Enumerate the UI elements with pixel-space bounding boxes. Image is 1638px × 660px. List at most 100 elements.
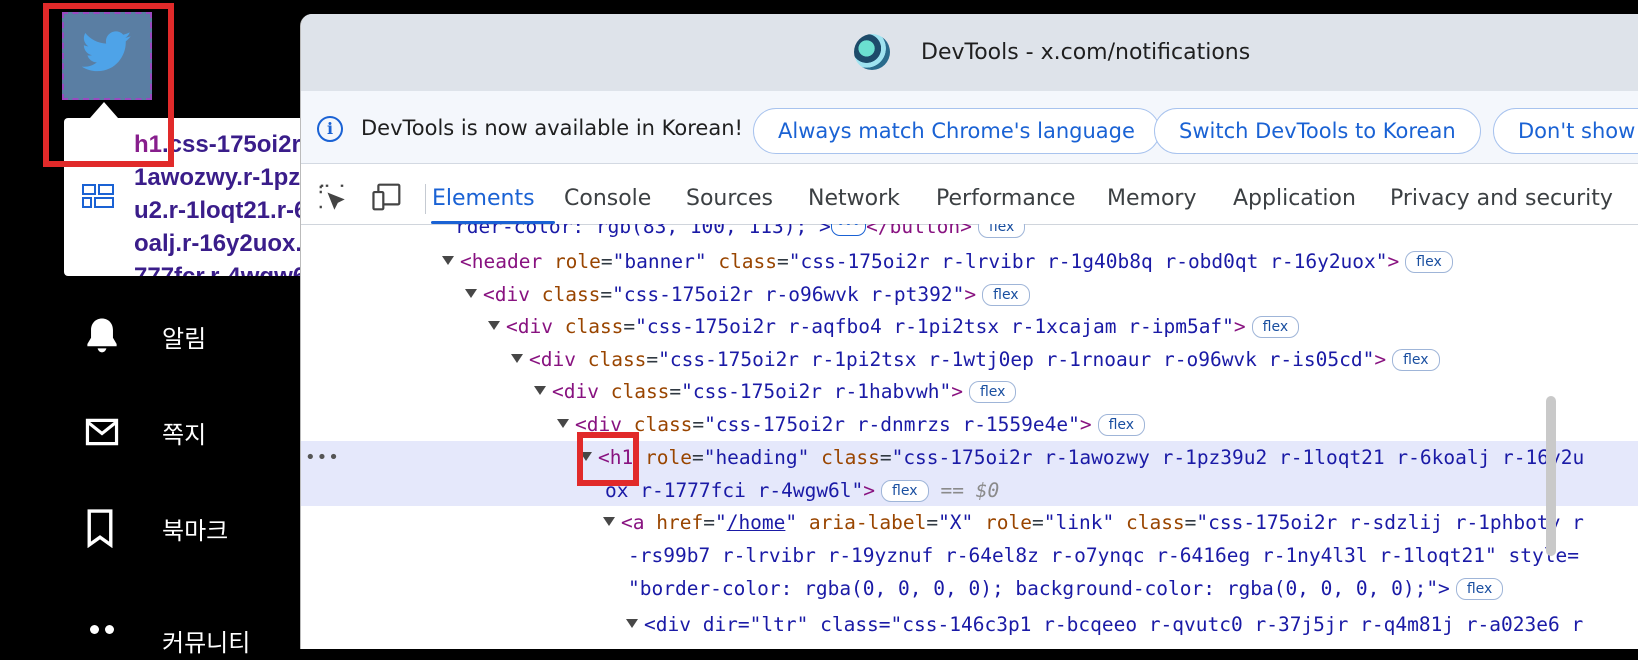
tree-attr-value: "css-175oi2r r-dnmrzs r-1559e4e" — [704, 413, 1080, 436]
tree-token: > — [1079, 413, 1092, 436]
tree-row[interactable]: <div class="css-175oi2r r-1habvwh"> flex — [301, 375, 1638, 408]
bell-icon — [87, 318, 117, 353]
tree-row[interactable]: <div class="css-175oi2r r-1pi2tsx r-1wtj… — [301, 343, 1638, 376]
flex-badge[interactable]: flex — [968, 380, 1017, 403]
tab-memory[interactable]: Memory — [1107, 186, 1196, 211]
tree-row[interactable]: <div class="css-175oi2r r-o96wvk r-pt392… — [301, 278, 1638, 311]
flex-layout-icon — [82, 184, 114, 208]
tab-elements[interactable]: Elements — [432, 186, 535, 211]
mail-icon — [85, 418, 119, 446]
tree-token: > — [951, 380, 963, 403]
tree-attr-name: class — [1125, 511, 1185, 534]
flex-badge[interactable]: flex — [1097, 413, 1146, 436]
tree-row-anchor[interactable]: <a href="/home" aria-label="X" role="lin… — [301, 506, 1638, 605]
expand-triangle-icon[interactable] — [534, 386, 546, 395]
tree-token: = — [777, 250, 789, 273]
tree-token: > — [1387, 250, 1400, 273]
tree-attr-name: role — [985, 511, 1033, 534]
sidebar-item-label: 커뮤니티 — [162, 628, 251, 657]
expand-triangle-icon[interactable] — [465, 289, 477, 298]
tree-row-selected-h1[interactable]: ••• <h1 role="heading" class="css-175oi2… — [301, 441, 1638, 506]
highlight-box-h1 — [577, 432, 639, 486]
expand-triangle-icon[interactable] — [557, 419, 569, 428]
tree-attr-value: "css-175oi2r r-1habvwh" — [681, 380, 952, 403]
tab-performance[interactable]: Performance — [936, 186, 1075, 211]
tree-attr-value: "css-175oi2r r-lrvibr r-1g40b8q r-obd0qt… — [788, 250, 1388, 273]
tree-attr-value: "css-175oi2r r-o96wvk r-pt392" — [612, 283, 965, 306]
tree-attr-name: aria-label — [808, 511, 927, 534]
devtools-logo-icon — [854, 34, 890, 70]
tree-token: = — [1032, 511, 1044, 534]
flex-badge[interactable]: flex — [1405, 250, 1453, 273]
tree-row[interactable]: <div class="css-175oi2r r-dnmrzs r-1559e… — [301, 408, 1638, 441]
tree-token: = — [600, 283, 613, 306]
sidebar-item-bookmarks[interactable]: 북마크 — [84, 508, 228, 548]
flex-badge[interactable]: flex — [1251, 315, 1300, 338]
selected-node-marker: == $0 — [940, 479, 1000, 502]
tree-attr-name: class — [718, 250, 778, 273]
sidebar-item-messages[interactable]: 쪽지 — [84, 412, 206, 452]
tab-sources[interactable]: Sources — [686, 186, 773, 211]
tree-row-header[interactable]: <header role="banner" class="css-175oi2r… — [301, 245, 1638, 278]
flex-badge[interactable]: flex — [1392, 348, 1440, 371]
tree-attr-name: role — [553, 250, 601, 273]
tree-row[interactable]: <div dir="ltr" class="css-146c3p1 r-bcqe… — [301, 604, 1638, 637]
expand-triangle-icon[interactable] — [442, 256, 454, 265]
sidebar-item-communities[interactable]: 커뮤니티 — [84, 620, 250, 660]
tree-attr-value: "css-175oi2r r-1awozwy r-1pz39u2 r-1loqt… — [891, 446, 1585, 469]
elements-tree: rder-color: rgb(83, 100, 113);"> ••• </but… — [301, 224, 1638, 649]
tab-application[interactable]: Application — [1233, 186, 1356, 211]
tree-token: = — [669, 380, 682, 403]
tree-tag: <div — [506, 315, 553, 338]
match-chrome-language-button[interactable]: Always match Chrome's language — [753, 108, 1160, 154]
infobar-message: DevTools is now available in Korean! — [361, 116, 743, 140]
ellipsis-button[interactable]: ••• — [830, 224, 867, 236]
tab-privacy-security[interactable]: Privacy and security — [1390, 186, 1613, 211]
more-actions-icon[interactable]: ••• — [305, 441, 340, 474]
scrollbar-thumb[interactable] — [1546, 396, 1556, 556]
flex-badge[interactable]: flex — [881, 479, 929, 502]
tree-token: > — [1374, 348, 1387, 371]
tree-attr-name: class — [541, 283, 601, 306]
window-title: DevTools - x.com/notifications — [921, 40, 1251, 65]
sidebar-item-label: 알림 — [162, 324, 207, 353]
flex-badge[interactable]: flex — [1455, 577, 1504, 600]
flex-badge[interactable]: flex — [982, 283, 1030, 306]
tree-row[interactable]: <div class="css-175oi2r r-aqfbo4 r-1pi2t… — [301, 310, 1638, 343]
tree-attr-name: class — [633, 413, 693, 436]
tree-text: rder-color: rgb(83, 100, 113);"> — [455, 224, 831, 238]
expand-triangle-icon[interactable] — [511, 354, 523, 363]
tree-attr-name: class — [821, 446, 880, 469]
tree-attr-value: "css-175oi2r r-1pi2tsx r-1wtj0ep r-1rnoa… — [658, 348, 1375, 371]
tree-attr-value: "css-175oi2r r-aqfbo4 r-1pi2tsx r-1xcaja… — [635, 315, 1234, 338]
language-infobar: i DevTools is now available in Korean! A… — [301, 91, 1638, 164]
tree-tag: <div — [552, 380, 599, 403]
tab-network[interactable]: Network — [808, 186, 900, 211]
inspect-element-icon[interactable] — [317, 182, 347, 212]
tree-token: = — [1184, 511, 1197, 534]
devtools-tabbar: Elements Console Sources Network Perform… — [301, 164, 1638, 225]
tree-attr-value: "X" — [938, 511, 974, 534]
flex-badge[interactable]: flex — [977, 224, 1026, 238]
tree-token: = — [692, 413, 705, 436]
href-link[interactable]: /home — [727, 511, 786, 534]
expand-triangle-icon[interactable] — [488, 321, 500, 330]
tree-attr-name: class — [564, 315, 624, 338]
tab-console[interactable]: Console — [564, 186, 651, 211]
expand-triangle-icon[interactable] — [603, 517, 615, 526]
tree-attr-value: -rs99b7 r-lrvibr r-19yznuf r-64el8z r-o7… — [628, 544, 1579, 567]
switch-to-korean-button[interactable]: Switch DevTools to Korean — [1154, 108, 1481, 154]
info-icon: i — [317, 116, 343, 142]
community-icon — [90, 625, 114, 634]
sidebar-item-label: 쪽지 — [162, 420, 207, 449]
device-toolbar-icon[interactable] — [371, 182, 403, 212]
tree-token: > — [964, 283, 977, 306]
tree-attr-value: "border-color: rgba(0, 0, 0, 0); backgro… — [628, 577, 1450, 600]
sidebar-item-notifications[interactable]: 알림 — [84, 316, 206, 356]
dont-show-again-button[interactable]: Don't show again — [1493, 108, 1638, 154]
tree-attr-value: ox r-1777fci r-4wgw6l — [605, 479, 852, 502]
tree-token: > — [1233, 315, 1246, 338]
tree-tag: <header — [460, 250, 543, 273]
tree-token: = — [879, 446, 892, 469]
tree-token: = — [623, 315, 636, 338]
